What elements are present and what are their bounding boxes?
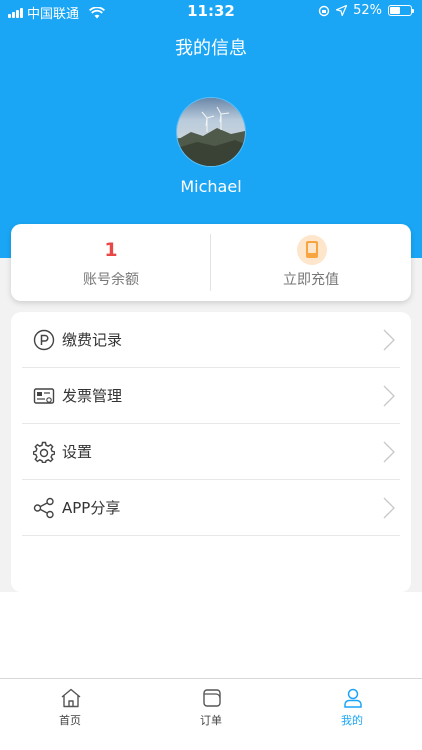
battery-icon [388,5,414,16]
tab-orders[interactable]: 订单 [141,679,281,739]
share-icon [33,497,54,519]
order-icon [203,689,221,707]
tab-label: 首页 [59,714,81,727]
balance-label: 账号余额 [83,272,139,288]
tab-label: 订单 [200,714,222,727]
menu-card: 缴费记录 发票管理 设置 APP分享 [11,312,411,592]
page-title: 我的信息 [175,38,247,59]
menu-item-label: APP分享 [62,499,121,517]
location-icon [336,5,348,16]
tab-bar: 首页 订单 我的 [0,678,422,750]
content-bottom [0,592,422,678]
chevron-right-icon [383,497,395,519]
account-balance[interactable]: 1 账号余额 [11,224,211,301]
menu-item-invoice[interactable]: 发票管理 [11,368,411,424]
tab-label: 我的 [341,714,363,727]
balance-value: 1 [104,239,118,261]
menu-item-settings[interactable]: 设置 [11,424,411,480]
menu-item-label: 缴费记录 [62,331,123,349]
username: Michael [180,177,242,196]
menu-item-app-share[interactable]: APP分享 [11,480,411,536]
divider [22,535,400,536]
gear-icon [33,441,55,463]
battery-percent: 52% [353,3,382,18]
chevron-right-icon [383,329,395,351]
avatar[interactable] [177,98,245,166]
tab-home[interactable]: 首页 [0,679,140,739]
chevron-right-icon [383,441,395,463]
invoice-icon [33,388,55,404]
parking-icon [33,329,55,351]
status-bar: 中国联通 11:32 52% [0,0,422,24]
home-icon [61,688,81,708]
phone-icon [297,235,327,265]
orientation-lock-icon [318,5,330,16]
user-icon [344,688,362,708]
tab-mine[interactable]: 我的 [282,679,422,739]
recharge-button[interactable]: 立即充值 [211,224,411,301]
screen: 中国联通 11:32 52% 我的信息 Michael 1 账号余额 立即充值 … [0,0,422,750]
status-bar-right: 52% [318,3,414,18]
menu-item-label: 发票管理 [62,387,123,405]
menu-item-payment-records[interactable]: 缴费记录 [11,312,411,368]
avatar-image [177,98,245,166]
recharge-label: 立即充值 [283,272,339,288]
menu-item-label: 设置 [62,443,93,461]
battery-level [390,7,401,14]
balance-card: 1 账号余额 立即充值 [11,224,411,301]
chevron-right-icon [383,385,395,407]
